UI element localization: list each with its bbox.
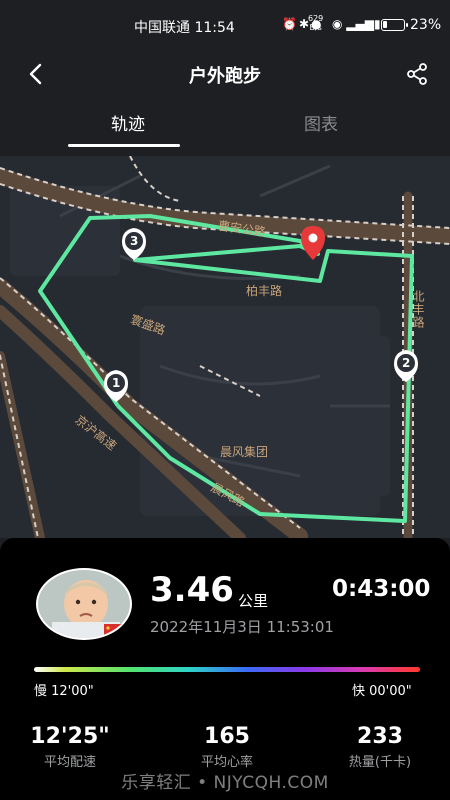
baby-avatar-image: [38, 570, 130, 638]
km-marker-2-label: 2: [402, 356, 411, 370]
map-label-poi-chenfeng-group: 晨风集团: [220, 445, 269, 459]
tab-bar: 轨迹 图表: [0, 98, 450, 156]
header: 户外跑步: [0, 52, 450, 98]
net-speed: 629 B/s: [308, 14, 324, 32]
signal-icon: ◉ ▂▄▆▮: [332, 17, 381, 31]
km-marker-1-label: 1: [112, 376, 121, 390]
share-icon[interactable]: [405, 62, 429, 86]
watermark: 乐享轻汇 • NJYCQH.COM: [121, 773, 329, 793]
pace-color-scale: [34, 667, 420, 672]
map-canvas: [0, 156, 450, 538]
avatar: [36, 568, 132, 640]
pace-scale-fast: 快 00'00": [352, 684, 412, 699]
route-map[interactable]: 曹安公路 柏丰路 寰盛路 北丰路 京沪高速 晨风集团 晨风路 1 2 3: [0, 156, 450, 538]
map-label-baifeng-road: 柏丰路: [246, 284, 283, 298]
duration-value: 0:43:00: [332, 576, 431, 602]
status-bar: 中国联通 11:54 ⏰✱● 629 B/s ◉ ▂▄▆▮ 23%: [0, 0, 450, 52]
pace-scale-slow: 慢 12'00": [34, 684, 94, 699]
distance-value: 3.46: [150, 570, 234, 610]
tab-track[interactable]: 轨迹: [111, 110, 145, 135]
battery-icon: [381, 19, 408, 31]
km-marker-3-label: 3: [130, 234, 139, 248]
stat-value: 165: [204, 724, 250, 749]
stat-value: 233: [357, 724, 403, 749]
battery-percent: 23%: [410, 17, 442, 33]
stat-value: 12'25": [30, 724, 110, 749]
summary-panel: 3.46 公里 0:43:00 2022年11月3日 11:53:01 慢 12…: [0, 538, 450, 800]
stat-avg-heart-rate: 165 平均心率: [167, 724, 287, 770]
stat-avg-pace: 12'25" 平均配速: [10, 724, 130, 770]
page-title: 户外跑步: [189, 66, 261, 87]
tab-chart[interactable]: 图表: [304, 110, 338, 135]
carrier-time: 中国联通 11:54: [134, 20, 235, 36]
stat-calories: 233 热量(千卡): [320, 724, 440, 770]
workout-datetime: 2022年11月3日 11:53:01: [150, 618, 334, 636]
distance-unit: 公里: [238, 592, 269, 610]
map-label-beifeng-road: 北丰路: [411, 290, 425, 329]
tab-indicator: [68, 144, 180, 147]
